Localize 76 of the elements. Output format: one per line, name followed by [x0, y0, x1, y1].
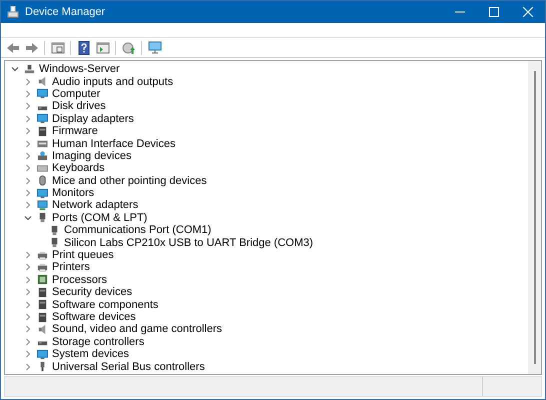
computer-icon	[7, 6, 19, 18]
expand-caret-icon[interactable]	[24, 313, 32, 321]
tree-item[interactable]: Display adapters	[52, 112, 134, 125]
tree-item[interactable]: Communications Port (COM1)	[64, 224, 212, 236]
port-icon	[49, 224, 60, 236]
expand-caret-icon[interactable]	[24, 114, 32, 123]
tree-item[interactable]: Firmware	[52, 125, 98, 138]
tree-item[interactable]: Audio inputs and outputs	[52, 76, 174, 88]
printer-icon	[37, 262, 48, 273]
tree-item[interactable]: Universal Serial Bus controllers	[52, 360, 205, 373]
speaker-icon	[37, 324, 48, 335]
tree-item[interactable]: Security devices	[52, 286, 132, 298]
tree-item[interactable]: Mice and other pointing devices	[52, 174, 207, 187]
printer-icon	[37, 250, 48, 261]
expand-caret-icon[interactable]	[24, 201, 32, 210]
expand-caret-icon[interactable]	[24, 288, 32, 296]
tree-item[interactable]: Storage controllers	[52, 336, 144, 348]
tree-item[interactable]: Sound, video and game controllers	[52, 323, 222, 336]
tree-item[interactable]: Disk drives	[52, 100, 106, 112]
expand-caret-icon[interactable]	[24, 263, 32, 272]
tree-item[interactable]: Software components	[52, 298, 158, 311]
tree-item[interactable]: Keyboards	[52, 162, 105, 174]
network-icon	[37, 200, 48, 211]
processor-icon	[37, 274, 48, 286]
tree-item[interactable]: Printers	[52, 261, 90, 274]
tree-item[interactable]: Software devices	[52, 311, 136, 323]
expand-caret-icon[interactable]	[24, 300, 32, 309]
chip-icon	[37, 299, 48, 310]
monitor-button[interactable]	[146, 39, 163, 56]
expand-caret-icon[interactable]	[24, 276, 32, 284]
mouse-icon	[37, 175, 48, 186]
tree-item[interactable]: Silicon Labs CP210x USB to UART Bridge (COM3)	[64, 236, 314, 249]
port-icon	[49, 237, 60, 248]
chip-icon	[37, 126, 48, 137]
tree-item[interactable]: Human Interface Devices	[52, 138, 176, 150]
camera-icon	[37, 150, 48, 162]
tree-item[interactable]: Ports (COM & LPT)	[52, 212, 148, 224]
expand-caret-icon[interactable]	[24, 362, 32, 371]
close-icon	[523, 7, 533, 17]
tree-item[interactable]: Imaging devices	[52, 150, 132, 162]
collapse-caret-icon[interactable]	[24, 214, 32, 222]
tree-item[interactable]: System devices	[52, 348, 130, 360]
expand-caret-icon[interactable]	[24, 164, 32, 172]
port-icon	[37, 212, 48, 224]
expand-caret-icon[interactable]	[24, 251, 32, 260]
expand-caret-icon[interactable]	[24, 189, 32, 198]
collapse-caret-icon[interactable]	[11, 65, 19, 74]
tree-item[interactable]: Computer	[52, 88, 100, 100]
tree-item[interactable]: Print queues	[52, 249, 114, 262]
tree-item[interactable]: Processors	[52, 274, 108, 286]
chip-icon	[37, 312, 48, 322]
keyboard-icon	[37, 162, 48, 174]
monitor-icon	[37, 348, 48, 360]
tree-item[interactable]: Monitors	[52, 187, 94, 200]
computer-icon	[24, 64, 35, 75]
chip-icon	[37, 286, 48, 298]
scrollbar[interactable]	[528, 61, 541, 374]
expand-caret-icon[interactable]	[24, 140, 32, 148]
expand-caret-icon[interactable]	[24, 127, 32, 136]
expand-caret-icon[interactable]	[24, 338, 32, 346]
monitor-icon	[37, 88, 48, 100]
expand-caret-icon[interactable]	[24, 325, 32, 334]
expand-caret-icon[interactable]	[24, 102, 32, 110]
expand-caret-icon[interactable]	[24, 350, 32, 358]
expand-caret-icon[interactable]	[24, 78, 32, 86]
maximize-icon	[489, 7, 499, 17]
monitor-icon	[37, 113, 48, 124]
expand-caret-icon[interactable]	[24, 90, 32, 98]
expand-caret-icon[interactable]	[24, 176, 32, 185]
tree-item[interactable]: Windows-Server	[39, 63, 120, 76]
speaker-icon	[37, 76, 48, 88]
monitor-icon	[37, 188, 48, 199]
expand-caret-icon[interactable]	[24, 152, 32, 160]
keyboard-icon	[37, 138, 48, 150]
tree-item[interactable]: Network adapters	[52, 199, 138, 212]
window-title: Device Manager	[25, 6, 106, 18]
